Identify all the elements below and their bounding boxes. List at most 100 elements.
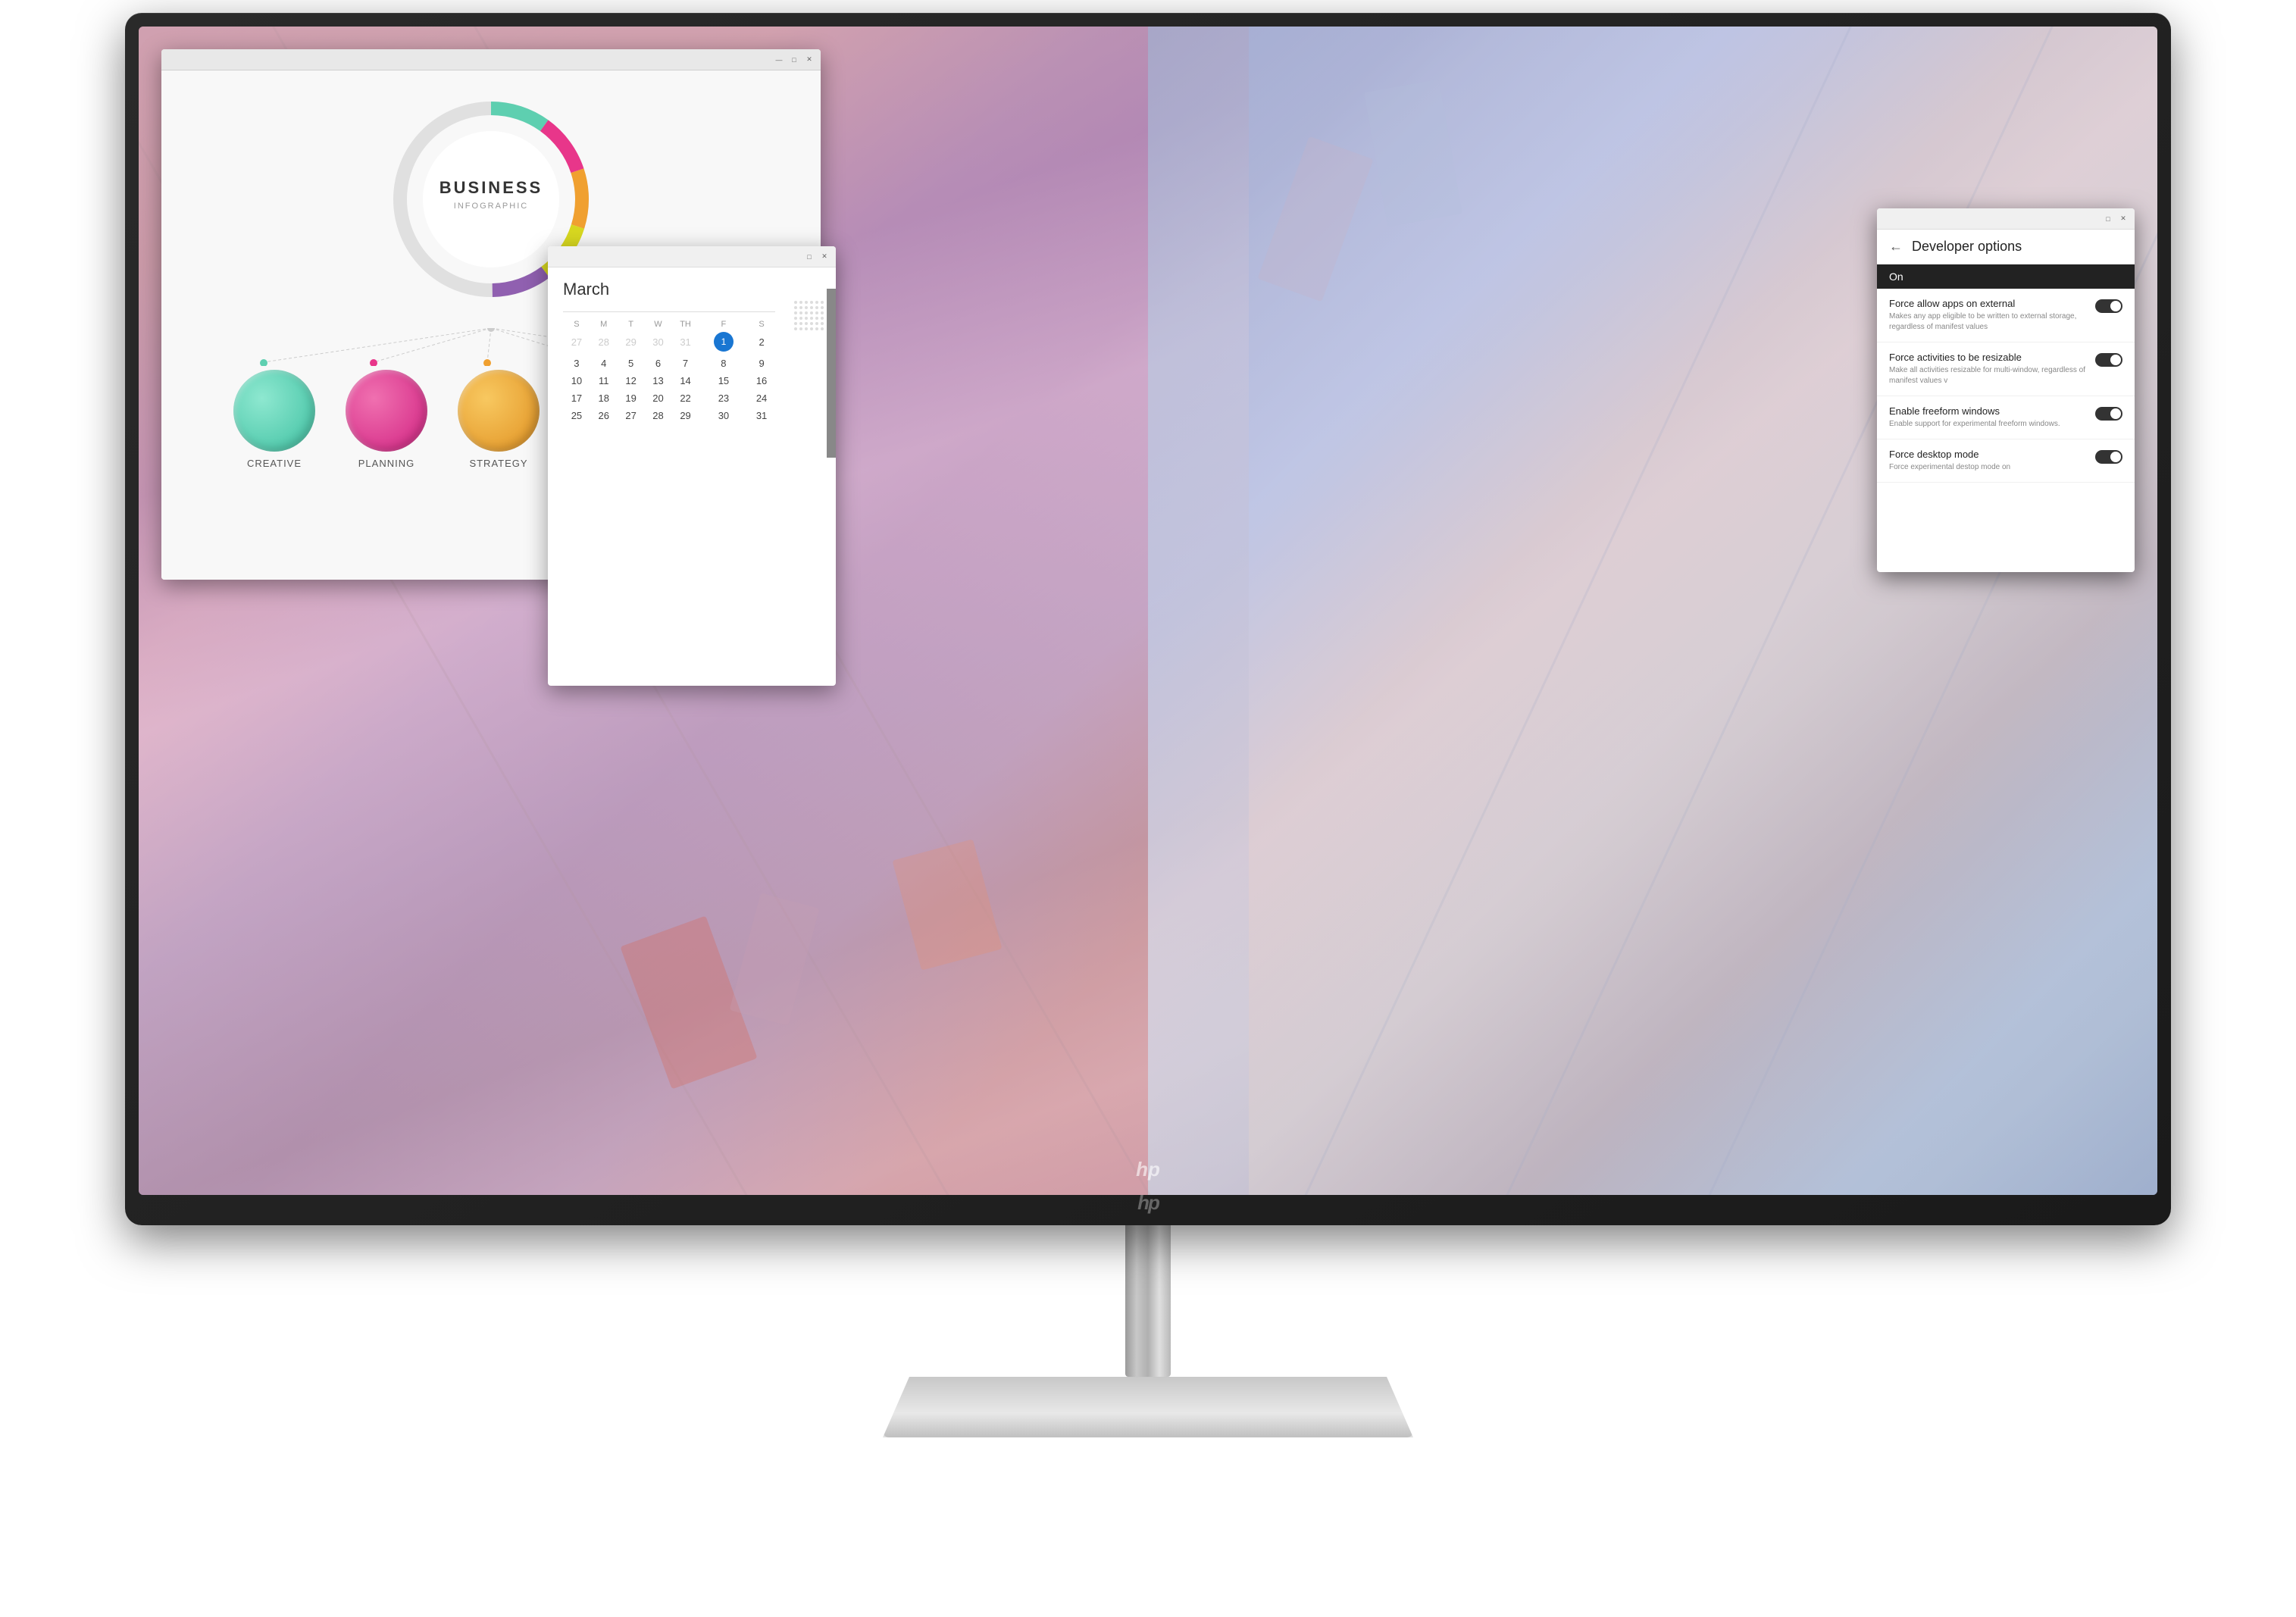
infographic-titlebar: — □ ✕ (161, 49, 821, 70)
cal-day-30[interactable]: 30 (699, 407, 748, 424)
cal-day-25[interactable]: 25 (563, 407, 590, 424)
cal-day-16[interactable]: 16 (748, 372, 775, 389)
dev-option-1-title: Force allow apps on external (1889, 298, 2089, 309)
dev-option-1-desc: Makes any app eligible to be written to … (1889, 311, 2089, 333)
developer-window: □ ✕ ← Developer options On Force allow a… (1877, 208, 2135, 572)
svg-text:hp: hp (1136, 1158, 1160, 1181)
cal-day-31[interactable]: 31 (748, 407, 775, 424)
dev-toggle-1[interactable] (2095, 299, 2122, 313)
infographic-maximize-btn[interactable]: □ (789, 55, 799, 65)
svg-text:hp: hp (1137, 1191, 1160, 1214)
bubble-strategy-circle (458, 370, 540, 452)
hp-logo-screen: hp (1133, 1158, 1163, 1186)
cal-header-t1: T (618, 320, 645, 329)
dev-option-4-desc: Force experimental destop mode on (1889, 462, 2089, 473)
cal-day-6[interactable]: 6 (645, 355, 672, 372)
cal-day-31-prev[interactable]: 31 (671, 329, 699, 355)
cal-day-26[interactable]: 26 (590, 407, 618, 424)
svg-text:BUSINESS: BUSINESS (439, 178, 543, 197)
calendar-month-label: March (563, 280, 821, 299)
calendar-scrollbar[interactable] (827, 289, 836, 458)
monitor-screen: — □ ✕ (139, 27, 2157, 1195)
cal-week-4: 17 18 19 20 22 23 24 (563, 389, 775, 407)
cal-day-28-prev[interactable]: 28 (590, 329, 618, 355)
cal-day-29-prev[interactable]: 29 (618, 329, 645, 355)
cal-day-9[interactable]: 9 (748, 355, 775, 372)
dev-option-3: Enable freeform windows Enable support f… (1877, 396, 2135, 439)
cal-day-4[interactable]: 4 (590, 355, 618, 372)
hp-logo-bezel: hp (1129, 1191, 1167, 1219)
cal-day-30-prev[interactable]: 30 (645, 329, 672, 355)
cal-day-10[interactable]: 10 (563, 372, 590, 389)
cal-day-5[interactable]: 5 (618, 355, 645, 372)
cal-day-11[interactable]: 11 (590, 372, 618, 389)
bubble-planning: PLANNING (346, 370, 427, 469)
bubble-strategy: STRATEGY (458, 370, 540, 469)
dev-close-btn[interactable]: ✕ (2118, 214, 2129, 224)
cal-day-3[interactable]: 3 (563, 355, 590, 372)
cal-header-f: F (699, 320, 748, 329)
dev-titlebar: □ ✕ (1877, 208, 2135, 230)
cal-day-27-prev[interactable]: 27 (563, 329, 590, 355)
dev-toggle-3[interactable] (2095, 407, 2122, 421)
cal-day-13[interactable]: 13 (645, 372, 672, 389)
cal-week-5: 25 26 27 28 29 30 31 (563, 407, 775, 424)
cal-day-14[interactable]: 14 (671, 372, 699, 389)
dev-toggle-2[interactable] (2095, 353, 2122, 367)
monitor-wrapper: — □ ✕ (87, 13, 2209, 1604)
cal-day-27[interactable]: 27 (618, 407, 645, 424)
cal-header-m: M (590, 320, 618, 329)
dev-toggle-4[interactable] (2095, 450, 2122, 464)
cal-day-17[interactable]: 17 (563, 389, 590, 407)
bubble-planning-label: PLANNING (358, 458, 414, 469)
monitor-bezel: — □ ✕ (125, 13, 2171, 1225)
dev-status-bar: On (1877, 264, 2135, 289)
dev-maximize-btn[interactable]: □ (2103, 214, 2113, 224)
calendar-close-btn[interactable]: ✕ (819, 252, 830, 262)
monitor-stand-base (883, 1377, 1413, 1437)
dev-toggle-3-knob (2110, 408, 2121, 419)
calendar-dots (794, 301, 824, 330)
dev-option-4-title: Force desktop mode (1889, 449, 2089, 460)
monitor-stand-neck (1125, 1225, 1171, 1377)
calendar-maximize-btn[interactable]: □ (804, 252, 815, 262)
dev-header: ← Developer options (1877, 230, 2135, 264)
cal-day-29[interactable]: 29 (671, 407, 699, 424)
cal-day-1[interactable]: 1 (699, 329, 748, 355)
cal-week-3: 10 11 12 13 14 15 16 (563, 372, 775, 389)
dev-option-2-title: Force activities to be resizable (1889, 352, 2089, 363)
calendar-titlebar: □ ✕ (548, 246, 836, 267)
bubble-planning-circle (346, 370, 427, 452)
calendar-window: □ ✕ March (548, 246, 836, 686)
cal-header-w: W (645, 320, 672, 329)
dev-option-1: Force allow apps on external Makes any a… (1877, 289, 2135, 342)
cal-day-28[interactable]: 28 (645, 407, 672, 424)
cal-week-1: 27 28 29 30 31 1 2 (563, 329, 775, 355)
bubble-creative-circle (233, 370, 315, 452)
dev-status-label: On (1889, 271, 1903, 283)
cal-day-24[interactable]: 24 (748, 389, 775, 407)
dev-toggle-2-knob (2110, 355, 2121, 365)
cal-day-12[interactable]: 12 (618, 372, 645, 389)
cal-day-19[interactable]: 19 (618, 389, 645, 407)
cal-day-18[interactable]: 18 (590, 389, 618, 407)
dev-option-2-desc: Make all activities resizable for multi-… (1889, 365, 2089, 386)
cal-header-s1: S (563, 320, 590, 329)
calendar-content: March (548, 267, 836, 436)
infographic-minimize-btn[interactable]: — (774, 55, 784, 65)
calendar-grid: S M T W TH F S 27 (563, 320, 775, 424)
dev-option-3-desc: Enable support for experimental freeform… (1889, 419, 2089, 430)
cal-day-22[interactable]: 22 (671, 389, 699, 407)
cal-day-15[interactable]: 15 (699, 372, 748, 389)
cal-day-23[interactable]: 23 (699, 389, 748, 407)
bubble-strategy-label: STRATEGY (469, 458, 527, 469)
dev-toggle-1-knob (2110, 301, 2121, 311)
cal-day-8[interactable]: 8 (699, 355, 748, 372)
infographic-close-btn[interactable]: ✕ (804, 55, 815, 65)
cal-day-20[interactable]: 20 (645, 389, 672, 407)
calendar-separator (563, 311, 775, 312)
dev-back-button[interactable]: ← (1889, 239, 1903, 255)
cal-header-s2: S (748, 320, 775, 329)
cal-day-2[interactable]: 2 (748, 329, 775, 355)
cal-day-7[interactable]: 7 (671, 355, 699, 372)
